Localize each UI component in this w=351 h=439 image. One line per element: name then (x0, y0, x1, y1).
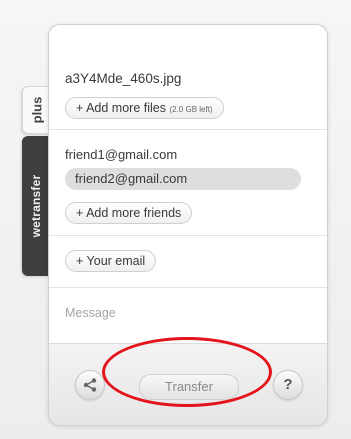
space-left-label: (2.0 GB left) (169, 105, 213, 114)
your-email-section: + Your email (49, 235, 327, 288)
tab-wetransfer-label: wetransfer (29, 174, 43, 238)
help-icon: ? (283, 376, 293, 393)
help-button[interactable]: ? (273, 370, 303, 400)
share-button[interactable] (75, 370, 105, 400)
your-email-button[interactable]: + Your email (65, 250, 157, 272)
friend-email-2[interactable]: friend2@gmail.com (65, 168, 301, 190)
panel-footer: Transfer ? (49, 343, 327, 425)
tab-wetransfer[interactable]: wetransfer (22, 136, 50, 276)
tab-plus-label: plus (29, 96, 45, 124)
tab-plus[interactable]: plus (22, 86, 51, 134)
message-section: Message (49, 287, 327, 344)
file-name: a3Y4Mde_460s.jpg (65, 71, 182, 86)
add-more-files-label: + Add more files (76, 101, 166, 115)
friends-section: friend1@gmail.com friend2@gmail.com + Ad… (49, 129, 327, 236)
share-icon (83, 378, 97, 392)
friend-email-1[interactable]: friend1@gmail.com (65, 147, 177, 162)
add-more-files-button[interactable]: + Add more files (2.0 GB left) (65, 97, 224, 119)
message-field[interactable]: Message (65, 306, 116, 320)
transfer-button[interactable]: Transfer (139, 374, 239, 400)
add-more-friends-button[interactable]: + Add more friends (65, 202, 193, 224)
transfer-panel: a3Y4Mde_460s.jpg + Add more files (2.0 G… (48, 24, 328, 426)
files-section: a3Y4Mde_460s.jpg + Add more files (2.0 G… (49, 25, 327, 129)
